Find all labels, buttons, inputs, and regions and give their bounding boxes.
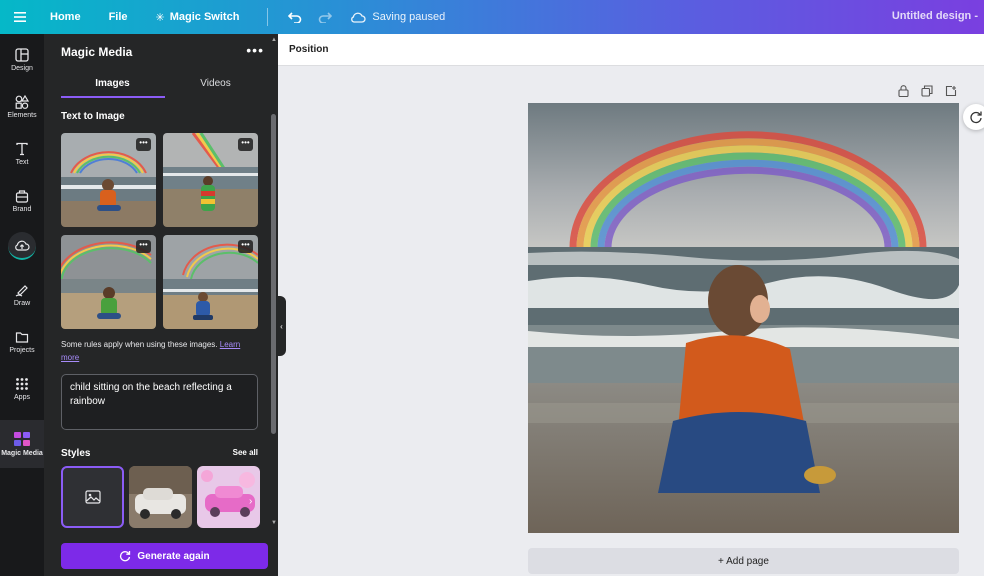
rail-label: Design bbox=[11, 65, 33, 72]
rail-item-draw[interactable]: Draw bbox=[0, 273, 44, 317]
rail-label: Draw bbox=[13, 300, 31, 307]
rail-label: Apps bbox=[14, 394, 30, 401]
left-rail: Design Elements Text Brand Draw Projects… bbox=[0, 34, 44, 576]
image-placeholder-icon bbox=[84, 490, 101, 504]
menu-icon[interactable] bbox=[0, 0, 40, 34]
scroll-down-icon[interactable]: ▼ bbox=[271, 520, 277, 526]
image-more-icon[interactable]: ••• bbox=[136, 240, 151, 253]
page-tools bbox=[896, 84, 958, 98]
rail-item-brand[interactable]: Brand bbox=[0, 179, 44, 223]
styles-next-arrow-icon[interactable]: › bbox=[249, 496, 252, 507]
refresh-icon bbox=[120, 551, 131, 562]
add-page-button[interactable]: + Add page bbox=[528, 548, 959, 574]
rail-item-elements[interactable]: Elements bbox=[0, 85, 44, 129]
magic-switch-button[interactable]: ✳ Magic Switch bbox=[156, 11, 240, 24]
rail-label: Elements bbox=[7, 112, 37, 119]
tab-videos[interactable]: Videos bbox=[164, 78, 267, 98]
rail-item-apps[interactable]: Apps bbox=[0, 367, 44, 411]
upload-cloud-icon bbox=[8, 232, 36, 260]
save-status-label: Saving paused bbox=[372, 11, 446, 23]
generated-image-3[interactable]: ••• bbox=[61, 235, 156, 329]
home-button[interactable]: Home bbox=[50, 11, 81, 23]
panel-more-icon[interactable]: ••• bbox=[246, 42, 264, 58]
generate-again-label: Generate again bbox=[137, 550, 210, 562]
media-tabs: Images Videos bbox=[61, 78, 267, 98]
rail-label: Projects bbox=[9, 347, 35, 354]
redo-icon[interactable] bbox=[312, 11, 338, 23]
generate-again-button[interactable]: Generate again bbox=[61, 543, 268, 569]
topbar-divider bbox=[267, 8, 269, 26]
generated-image-1[interactable]: ••• bbox=[61, 133, 156, 227]
document-title[interactable]: Untitled design - bbox=[892, 10, 978, 22]
feedback-float-icon[interactable] bbox=[963, 104, 984, 130]
shapes-icon bbox=[15, 95, 29, 109]
generated-image-2[interactable]: ••• bbox=[163, 133, 258, 227]
position-button[interactable]: Position bbox=[289, 44, 328, 55]
folder-icon bbox=[15, 332, 29, 343]
rail-item-text[interactable]: Text bbox=[0, 132, 44, 176]
magic-media-panel: ▲ Magic Media ••• Images Videos Text to … bbox=[44, 34, 278, 576]
top-bar: Home File ✳ Magic Switch Saving paused U… bbox=[0, 0, 984, 34]
rail-label: Text bbox=[15, 159, 29, 166]
rail-label: Brand bbox=[12, 206, 32, 213]
undo-icon[interactable] bbox=[282, 11, 308, 23]
rail-label: Magic Media bbox=[1, 450, 43, 457]
editor-toolbar: Position bbox=[278, 34, 984, 66]
styles-title: Styles bbox=[61, 448, 91, 459]
active-tab-indicator bbox=[61, 96, 165, 98]
draw-icon bbox=[15, 285, 28, 297]
rules-text: Some rules apply when using these images… bbox=[61, 340, 220, 349]
layout-icon bbox=[15, 48, 29, 62]
style-card-photo[interactable] bbox=[129, 466, 192, 528]
style-none-card[interactable] bbox=[61, 466, 124, 528]
generated-image-4[interactable]: ••• bbox=[163, 235, 258, 329]
design-canvas-image[interactable] bbox=[528, 103, 959, 533]
rail-item-uploads[interactable] bbox=[0, 224, 44, 268]
magic-media-icon bbox=[14, 432, 30, 446]
magic-switch-icon: ✳ bbox=[155, 11, 165, 24]
brand-icon bbox=[15, 190, 29, 203]
learn-more-link[interactable]: Learn bbox=[220, 340, 240, 349]
image-more-icon[interactable]: ••• bbox=[238, 138, 253, 151]
lock-icon[interactable] bbox=[896, 84, 910, 98]
prompt-input[interactable]: child sitting on the beach reflecting a … bbox=[61, 374, 258, 430]
image-more-icon[interactable]: ••• bbox=[136, 138, 151, 151]
magic-switch-label: Magic Switch bbox=[169, 11, 240, 23]
text-icon bbox=[16, 142, 28, 156]
usage-rules-note: Some rules apply when using these images… bbox=[61, 338, 261, 364]
see-all-styles-link[interactable]: See all bbox=[233, 448, 258, 457]
panel-scrollbar[interactable] bbox=[271, 114, 276, 434]
rail-item-projects[interactable]: Projects bbox=[0, 320, 44, 364]
collapse-panel-handle[interactable]: ‹ bbox=[277, 296, 286, 356]
rail-item-magic-media[interactable]: Magic Media bbox=[0, 420, 44, 468]
panel-title: Magic Media bbox=[61, 45, 133, 59]
file-menu-button[interactable]: File bbox=[109, 11, 128, 23]
scroll-up-icon[interactable]: ▲ bbox=[271, 37, 277, 43]
cloud-status-icon bbox=[351, 12, 366, 23]
duplicate-page-icon[interactable] bbox=[920, 84, 934, 98]
section-title-text-to-image: Text to Image bbox=[61, 111, 125, 122]
tab-images[interactable]: Images bbox=[61, 78, 164, 98]
rail-item-design[interactable]: Design bbox=[0, 38, 44, 82]
save-status[interactable]: Saving paused bbox=[350, 11, 445, 23]
add-page-icon[interactable] bbox=[944, 84, 958, 98]
learn-more-link-continued[interactable]: more bbox=[61, 353, 79, 362]
image-more-icon[interactable]: ••• bbox=[238, 240, 253, 253]
apps-grid-icon bbox=[16, 378, 28, 390]
